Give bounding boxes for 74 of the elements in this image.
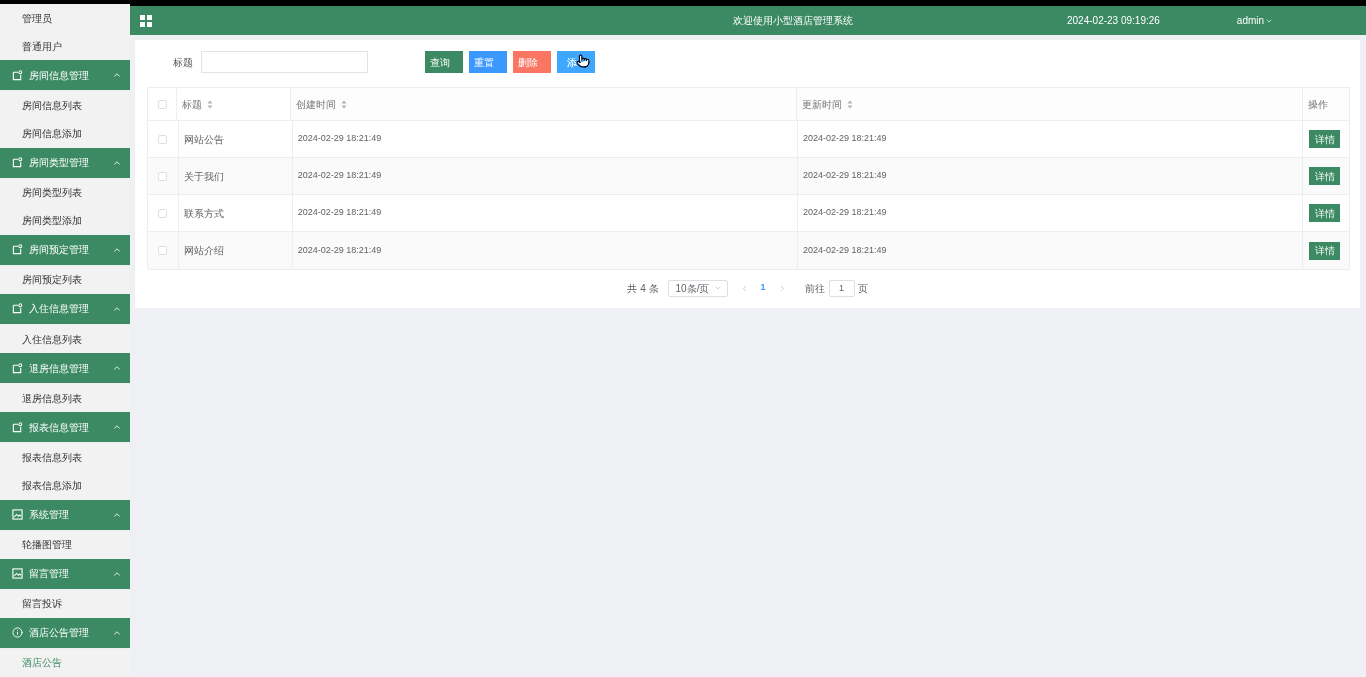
table-cell: 2024-02-29 18:21:49 [297,132,382,146]
sidebar-group[interactable]: 房间预定管理 [0,234,130,266]
add-button[interactable]: 添 [557,51,595,73]
group-label: 房间预定管理 [29,243,90,258]
group-label: 房间类型管理 [29,156,90,171]
sort-icon[interactable] [847,99,853,109]
sidebar-group[interactable]: 报表信息管理 [0,412,130,444]
goto-page-input[interactable]: 1 [828,279,855,297]
reset-button[interactable]: 重置 [469,51,507,73]
column-header: 标题 [182,97,202,112]
group-label: 留言管理 [29,567,70,582]
table-cell-text: 网站公告 [183,132,224,147]
goto-suffix: 页 [857,281,868,296]
table-cell: 2024-02-29 18:21:49 [802,206,887,220]
system-title: 欢迎使用小型酒店管理系统 [732,14,854,28]
sidebar-group[interactable]: 酒店公告管理 [0,617,130,649]
sort-icon[interactable] [207,99,213,109]
delete-button[interactable]: 删除 [513,51,551,73]
detail-button[interactable]: 详情 [1309,130,1341,148]
column-header: 操作 [1308,97,1328,112]
table-cell: 2024-02-29 18:21:49 [802,132,887,146]
query-button[interactable]: 查询 [425,51,463,73]
page-number[interactable]: 1 [760,281,766,295]
column-header: 创建时间 [296,97,336,112]
info-icon [12,627,23,639]
title-input[interactable] [201,51,368,73]
table-cell-text: 联系方式 [183,206,224,221]
image-icon [12,509,23,521]
group-label: 酒店公告管理 [29,626,90,641]
checkbox[interactable] [158,134,168,144]
column-header: 更新时间 [802,97,842,112]
table-cell-text: 网站介绍 [183,244,224,258]
total-count: 共 4 条 [627,281,659,296]
detail-button[interactable]: 详情 [1309,167,1341,185]
group-label: 入住信息管理 [29,302,90,317]
sidebar-group[interactable]: 退房信息管理 [0,353,130,385]
grid-menu-icon[interactable] [140,14,152,27]
table-cell: 2024-02-29 18:21:49 [802,169,887,183]
hand-cursor-icon [576,54,590,68]
caret-icon [713,284,722,292]
sort-icon[interactable] [341,99,347,109]
sidebar-group[interactable]: 留言管理 [0,558,130,590]
table-cell-text: 2024-02-29 18:21:49 [297,243,382,257]
detail-button[interactable]: 详情 [1309,241,1341,260]
document-icon [12,421,23,433]
search-label: 标题 [173,55,193,70]
sidebar-group[interactable]: 房间类型管理 [0,147,130,179]
group-label: 退房信息管理 [29,361,90,376]
detail-button[interactable]: 详情 [1309,204,1341,222]
checkbox[interactable] [158,208,168,218]
image-icon [12,568,23,580]
sidebar-group[interactable]: 房间信息管理 [0,60,130,92]
user-menu[interactable]: admin [1236,13,1274,28]
group-label: 报表信息管理 [29,420,90,435]
goto-label: 前往 [804,281,825,296]
checkbox[interactable] [157,99,167,109]
document-icon [12,362,23,374]
document-icon [12,69,23,81]
table-cell: 2024-02-29 18:21:49 [297,206,382,220]
chevron-up-icon [112,304,122,314]
sidebar-group[interactable]: 系统管理 [0,499,130,531]
table-cell-text: 关于我们 [183,169,224,184]
page-size-select[interactable]: 10条/页 [667,279,728,297]
document-icon [12,157,23,169]
sidebar-group[interactable]: 入住信息管理 [0,294,130,325]
group-label: 系统管理 [29,508,70,523]
table-cell: 2024-02-29 18:21:49 [297,169,382,183]
document-icon [12,303,23,315]
checkbox[interactable] [158,246,168,255]
datetime: 2024-02-23 09:19:26 [1067,14,1160,28]
table-cell-text: 2024-02-29 18:21:49 [802,243,887,257]
document-icon [12,244,23,256]
checkbox[interactable] [158,171,168,181]
group-label: 房间信息管理 [29,68,90,83]
